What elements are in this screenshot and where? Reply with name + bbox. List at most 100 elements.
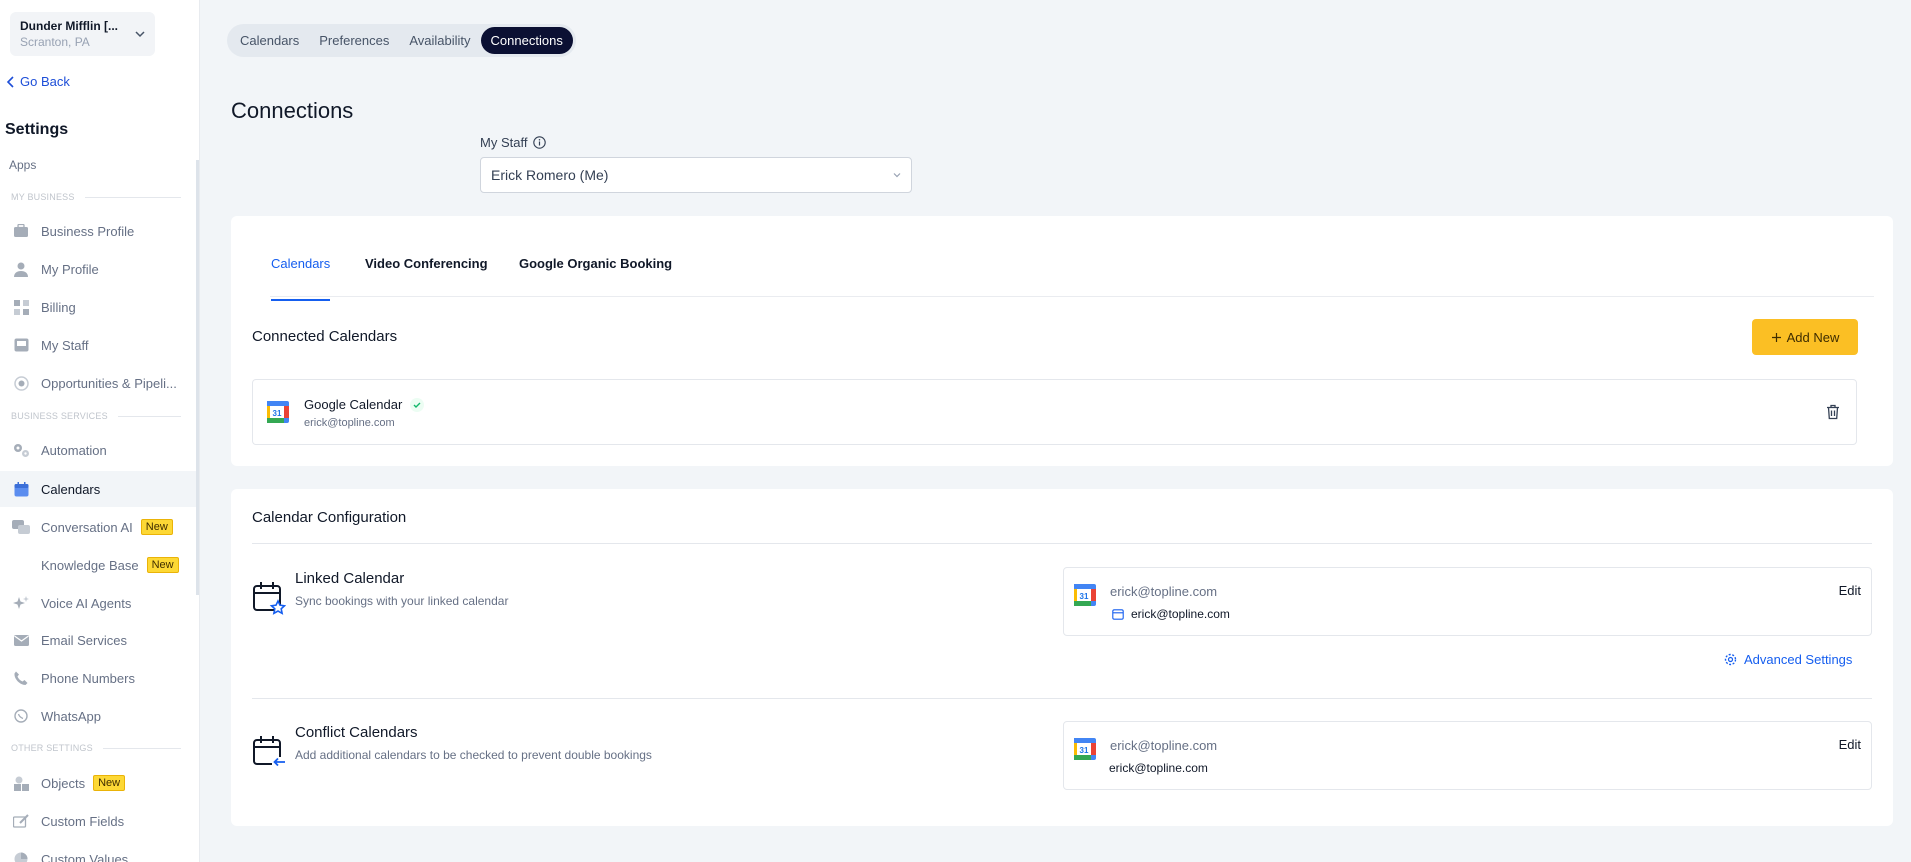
sidebar-item-conversation-ai[interactable]: Conversation AI New [0, 509, 196, 545]
tab-calendars[interactable]: Calendars [230, 27, 309, 54]
conflict-calendar-row: erick@topline.com [1109, 761, 1208, 775]
sidebar-item-opportunities[interactable]: Opportunities & Pipeli... [0, 365, 196, 401]
edit-linked-button[interactable]: Edit [1839, 583, 1861, 598]
info-icon[interactable] [533, 136, 547, 149]
sidebar-item-my-profile[interactable]: My Profile [0, 251, 196, 287]
sidebar-item-custom-fields[interactable]: Custom Fields [0, 803, 196, 839]
sidebar-item-label: Phone Numbers [41, 670, 135, 686]
sidebar-item-label: Email Services [41, 632, 127, 648]
go-back-label: Go Back [20, 74, 70, 89]
sidebar: Dunder Mifflin [... Scranton, PA Go Back… [0, 0, 200, 862]
user-icon [12, 260, 30, 278]
sidebar-item-knowledge-base[interactable]: Knowledge Base New [0, 547, 196, 583]
tab-availability[interactable]: Availability [399, 27, 480, 54]
page-title: Connections [231, 98, 354, 123]
sidebar-scrollbar[interactable] [196, 160, 199, 595]
conflict-calendars-box: 31 erick@topline.com erick@topline.com E… [1063, 721, 1872, 790]
envelope-icon [12, 631, 30, 649]
svg-text:31: 31 [1080, 592, 1089, 601]
check-icon [410, 397, 425, 412]
settings-title: Settings [5, 121, 69, 138]
calendar-name-row: Google Calendar [304, 397, 425, 412]
sidebar-item-whatsapp[interactable]: WhatsApp [0, 698, 196, 734]
sidebar-item-label: Opportunities & Pipeli... [41, 375, 177, 391]
new-badge: New [140, 519, 173, 535]
tab-google-organic-booking[interactable]: Google Organic Booking [519, 256, 672, 299]
tab-video-conferencing[interactable]: Video Conferencing [365, 256, 488, 299]
account-switcher[interactable]: Dunder Mifflin [... Scranton, PA [10, 12, 155, 56]
chevron-down-icon [135, 31, 145, 38]
target-icon [12, 374, 30, 392]
section-my-business: MY BUSINESS [11, 192, 181, 202]
divider [102, 747, 181, 749]
sidebar-item-custom-values[interactable]: Custom Values [0, 841, 196, 862]
sidebar-item-label: Custom Values [41, 851, 129, 862]
sidebar-item-label: My Staff [41, 337, 89, 353]
section-label: OTHER SETTINGS [11, 743, 93, 753]
staff-select[interactable]: Erick Romero (Me) [480, 157, 912, 193]
sidebar-item-phone-numbers[interactable]: Phone Numbers [0, 660, 196, 696]
pie-icon [12, 850, 30, 862]
sparkle-icon [12, 594, 30, 612]
sidebar-item-label: Billing [41, 299, 76, 315]
conflict-calendar-value: erick@topline.com [1109, 761, 1208, 775]
staff-label: My Staff [480, 135, 547, 150]
sidebar-item-label: My Profile [41, 261, 99, 277]
svg-text:31: 31 [1080, 746, 1089, 755]
apps-link[interactable]: Apps [9, 158, 36, 172]
sidebar-item-label: Conversation AI [41, 519, 133, 535]
calendar-email: erick@topline.com [304, 417, 395, 429]
conflict-calendars-description: Add additional calendars to be checked t… [295, 748, 652, 762]
sidebar-item-label: Automation [41, 442, 107, 458]
account-name: Dunder Mifflin [... [20, 19, 118, 33]
chevron-left-icon [6, 75, 14, 88]
billing-grid-icon [12, 298, 30, 316]
go-back-link[interactable]: Go Back [6, 74, 70, 89]
sidebar-item-objects[interactable]: Objects New [0, 765, 196, 801]
advanced-settings-link[interactable]: Advanced Settings [1724, 652, 1852, 667]
list-item: 31 Google Calendar erick@topline.com [252, 379, 1857, 445]
shapes-icon [12, 774, 30, 792]
sidebar-item-business-profile[interactable]: Business Profile [0, 213, 196, 249]
sidebar-item-automation[interactable]: Automation [0, 432, 196, 468]
tab-preferences[interactable]: Preferences [309, 27, 399, 54]
linked-calendar-description: Sync bookings with your linked calendar [295, 594, 509, 608]
linked-calendar-value: erick@topline.com [1131, 607, 1230, 621]
section-other-settings: OTHER SETTINGS [11, 743, 181, 753]
tab-connections[interactable]: Connections [480, 27, 573, 54]
sidebar-item-label: Custom Fields [41, 813, 125, 829]
staff-select-value: Erick Romero (Me) [491, 167, 609, 183]
section-business-services: BUSINESS SERVICES [11, 411, 181, 421]
new-badge: New [93, 775, 126, 791]
divider [84, 196, 181, 198]
connected-calendars-card: Calendars Video Conferencing Google Orga… [231, 216, 1893, 466]
add-new-button[interactable]: Add New [1752, 319, 1858, 355]
gears-icon [12, 441, 30, 459]
sidebar-item-billing[interactable]: Billing [0, 289, 196, 325]
inbox-icon [12, 336, 30, 354]
calendar-name: Google Calendar [304, 397, 403, 412]
sidebar-item-email-services[interactable]: Email Services [0, 622, 196, 658]
svg-text:31: 31 [273, 409, 282, 418]
staff-label-text: My Staff [480, 135, 528, 150]
google-calendar-icon: 31 [1074, 584, 1096, 606]
calendar-icon [1112, 609, 1124, 620]
sidebar-item-my-staff[interactable]: My Staff [0, 327, 196, 363]
sidebar-item-voice-ai-agents[interactable]: Voice AI Agents [0, 585, 196, 621]
briefcase-icon [12, 222, 30, 240]
sidebar-item-label: Calendars [41, 481, 101, 497]
conflict-calendars-title: Conflict Calendars [295, 724, 418, 741]
edit-conflict-button[interactable]: Edit [1839, 737, 1861, 752]
sidebar-item-label: WhatsApp [41, 708, 101, 724]
top-tabs: Calendars Preferences Availability Conne… [227, 24, 576, 57]
trash-icon[interactable] [1826, 404, 1840, 420]
calendar-arrow-icon [253, 736, 286, 767]
linked-calendar-title: Linked Calendar [295, 570, 405, 587]
sidebar-item-label: Knowledge Base [41, 557, 139, 573]
calendar-configuration-title: Calendar Configuration [252, 509, 407, 526]
sidebar-item-label: Objects [41, 775, 86, 791]
phone-icon [12, 669, 30, 687]
sidebar-item-label: Voice AI Agents [41, 595, 132, 611]
sidebar-item-calendars[interactable]: Calendars [0, 471, 196, 507]
tab-inner-calendars[interactable]: Calendars [271, 256, 331, 301]
